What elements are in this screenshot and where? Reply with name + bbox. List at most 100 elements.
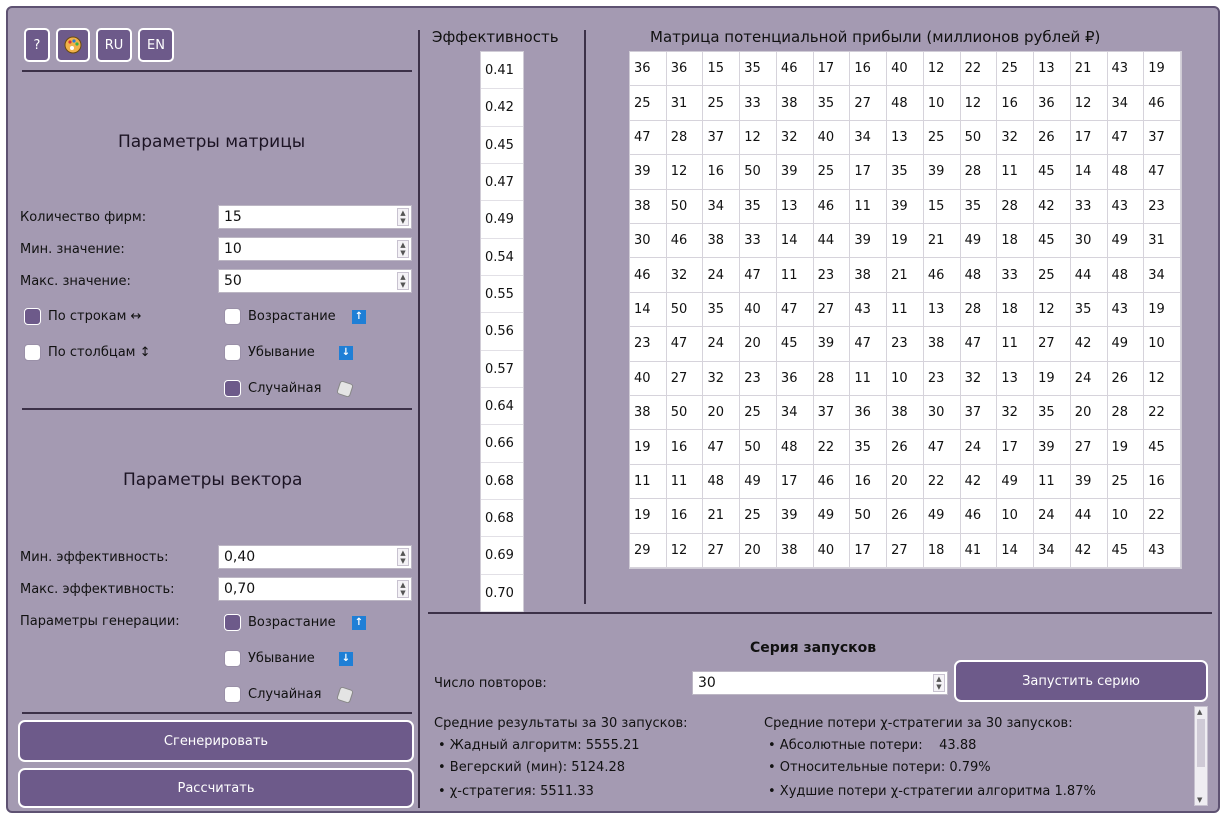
matrix-cell: 32 bbox=[703, 361, 741, 396]
scroll-up-icon[interactable]: ▲ bbox=[1197, 708, 1202, 716]
min-value-spinbox[interactable]: 10 ▲ ▼ bbox=[218, 237, 412, 261]
run-series-button[interactable]: Запустить серию bbox=[954, 660, 1208, 702]
matrix-ascending-checkbox[interactable] bbox=[224, 308, 241, 325]
matrix-cell: 17 bbox=[997, 430, 1035, 465]
max-eff-value: 0,70 bbox=[224, 581, 256, 597]
repeats-label: Число повторов: bbox=[434, 676, 547, 691]
efficiency-cell: 0.66 bbox=[481, 425, 523, 463]
matrix-cell: 16 bbox=[997, 86, 1035, 121]
matrix-cell: 30 bbox=[1070, 224, 1108, 259]
matrix-cell: 22 bbox=[813, 430, 851, 465]
matrix-cell: 24 bbox=[960, 430, 998, 465]
spin-arrows-icon[interactable]: ▲ ▼ bbox=[397, 240, 409, 258]
matrix-cell: 26 bbox=[887, 430, 924, 465]
theme-button[interactable] bbox=[56, 28, 90, 62]
matrix-cell: 24 bbox=[1070, 361, 1108, 396]
vector-random-checkbox[interactable] bbox=[224, 686, 241, 703]
matrix-cell: 39 bbox=[887, 189, 924, 224]
matrix-cell: 15 bbox=[923, 189, 961, 224]
lang-en-button[interactable]: EN bbox=[138, 28, 174, 62]
column-separator bbox=[584, 30, 586, 604]
help-button[interactable]: ? bbox=[24, 28, 50, 62]
matrix-cell: 47 bbox=[1107, 120, 1145, 156]
matrix-cell: 43 bbox=[1144, 533, 1181, 568]
matrix-cell: 25 bbox=[1034, 258, 1071, 293]
max-eff-spinbox[interactable]: 0,70 ▲ ▼ bbox=[218, 577, 412, 601]
matrix-cell: 16 bbox=[666, 499, 704, 534]
by-rows-label: По строкам ↔ bbox=[48, 309, 142, 324]
min-value-label: Мин. значение: bbox=[20, 242, 125, 257]
vector-params-title: Параметры вектора bbox=[123, 470, 303, 490]
matrix-cell: 23 bbox=[630, 327, 667, 362]
arrow-up-icon: ↑ bbox=[352, 310, 366, 324]
matrix-cell: 35 bbox=[740, 189, 777, 224]
matrix-cell: 27 bbox=[1034, 327, 1071, 362]
matrix-cell: 35 bbox=[813, 86, 851, 121]
abs-loss: • Абсолютные потери: 43.88 bbox=[768, 738, 977, 753]
results-scrollbar[interactable]: ▲ ▼ bbox=[1194, 706, 1208, 806]
matrix-cell: 14 bbox=[1070, 155, 1108, 190]
max-value-spinbox[interactable]: 50 ▲ ▼ bbox=[218, 269, 412, 293]
scroll-down-icon[interactable]: ▼ bbox=[1197, 796, 1202, 804]
spin-arrows-icon[interactable]: ▲ ▼ bbox=[397, 272, 409, 290]
efficiency-cell: 0.54 bbox=[481, 239, 523, 276]
spin-arrows-icon[interactable]: ▲ ▼ bbox=[397, 580, 409, 598]
run-series-label: Запустить серию bbox=[1022, 673, 1140, 689]
avg-results-title: Средние результаты за 30 запусков: bbox=[434, 716, 688, 731]
by-cols-checkbox[interactable] bbox=[24, 344, 41, 361]
matrix-cell: 34 bbox=[1144, 258, 1181, 293]
scroll-thumb[interactable] bbox=[1197, 719, 1205, 767]
repeats-spinbox[interactable]: 30 ▲ ▼ bbox=[692, 671, 948, 695]
matrix-cell: 20 bbox=[703, 396, 741, 431]
by-rows-checkbox[interactable] bbox=[24, 308, 41, 325]
matrix-cell: 46 bbox=[1144, 86, 1181, 121]
matrix-cell: 16 bbox=[703, 155, 741, 190]
matrix-cell: 38 bbox=[776, 533, 814, 568]
dice-icon bbox=[336, 686, 354, 704]
hungarian-result: • Вегерский (мин): 5124.28 bbox=[438, 760, 625, 775]
calculate-button[interactable]: Рассчитать bbox=[18, 768, 414, 808]
matrix-cell: 12 bbox=[666, 155, 704, 190]
matrix-cell: 19 bbox=[1034, 361, 1071, 396]
matrix-cell: 35 bbox=[1034, 396, 1071, 431]
vector-descending-checkbox[interactable] bbox=[224, 650, 241, 667]
vector-random-label: Случайная bbox=[248, 687, 322, 702]
spin-arrows-icon[interactable]: ▲ ▼ bbox=[397, 548, 409, 566]
matrix-descending-checkbox[interactable] bbox=[224, 344, 241, 361]
min-value: 10 bbox=[224, 241, 242, 257]
vector-ascending-checkbox[interactable] bbox=[224, 614, 241, 631]
firms-spinbox[interactable]: 15 ▲ ▼ bbox=[218, 205, 412, 229]
matrix-cell: 40 bbox=[740, 292, 777, 328]
palette-icon bbox=[64, 36, 82, 54]
matrix-cell: 39 bbox=[923, 155, 961, 190]
matrix-cell: 47 bbox=[776, 292, 814, 328]
matrix-cell: 34 bbox=[850, 120, 888, 156]
matrix-cell: 43 bbox=[1107, 52, 1145, 87]
arrow-down-icon: ↓ bbox=[339, 652, 353, 666]
matrix-cell: 22 bbox=[923, 464, 961, 500]
gen-params-label: Параметры генерации: bbox=[20, 614, 180, 629]
min-eff-spinbox[interactable]: 0,40 ▲ ▼ bbox=[218, 545, 412, 569]
spin-arrows-icon[interactable]: ▲ ▼ bbox=[397, 208, 409, 226]
generate-button[interactable]: Сгенерировать bbox=[18, 720, 414, 762]
matrix-cell: 44 bbox=[1070, 258, 1108, 293]
spin-arrows-icon[interactable]: ▲ ▼ bbox=[933, 674, 945, 692]
matrix-cell: 33 bbox=[740, 224, 777, 259]
lang-ru-button[interactable]: RU bbox=[96, 28, 132, 62]
matrix-cell: 45 bbox=[1144, 430, 1181, 465]
matrix-cell: 23 bbox=[1144, 189, 1181, 224]
matrix-cell: 10 bbox=[997, 499, 1035, 534]
matrix-cell: 33 bbox=[1070, 189, 1108, 224]
matrix-cell: 13 bbox=[923, 292, 961, 328]
matrix-cell: 45 bbox=[776, 327, 814, 362]
matrix-random-checkbox[interactable] bbox=[224, 380, 241, 397]
matrix-ascending-label: Возрастание bbox=[248, 309, 336, 324]
rel-loss: • Относительные потери: 0.79% bbox=[768, 760, 991, 775]
matrix-cell: 28 bbox=[960, 155, 998, 190]
matrix-cell: 38 bbox=[630, 189, 667, 224]
matrix-cell: 10 bbox=[887, 361, 924, 396]
matrix-cell: 37 bbox=[813, 396, 851, 431]
matrix-cell: 49 bbox=[997, 464, 1035, 500]
matrix-cell: 46 bbox=[813, 189, 851, 224]
matrix-cell: 46 bbox=[630, 258, 667, 293]
